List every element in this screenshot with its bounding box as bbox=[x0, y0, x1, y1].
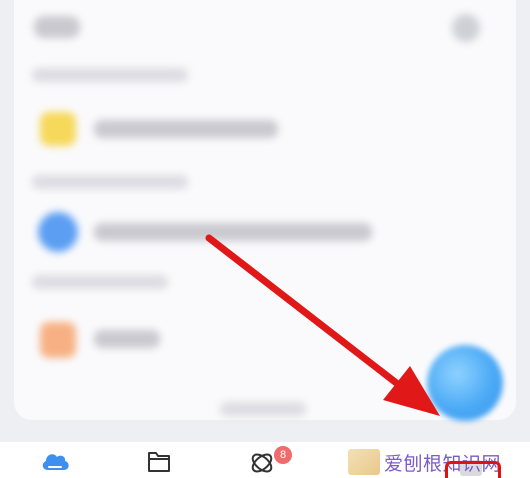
app-screen: 8 爱刨根知识网 bbox=[0, 0, 530, 478]
pointer-arrow bbox=[205, 234, 440, 416]
